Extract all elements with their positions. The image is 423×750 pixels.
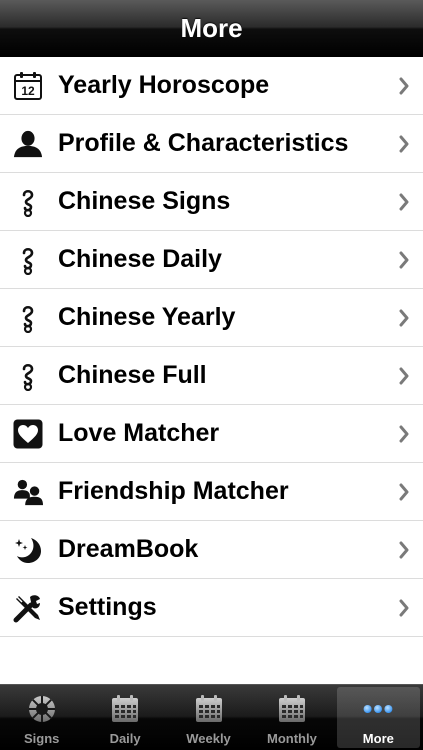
zodiac-wheel-icon [26, 693, 58, 725]
tab-more[interactable]: More [336, 687, 421, 748]
menu-item-love-matcher[interactable]: Love Matcher [0, 405, 423, 463]
menu-item-profile-characteristics[interactable]: Profile & Characteristics [0, 115, 423, 173]
chevron-right-icon [399, 599, 409, 616]
chevron-right-icon [399, 425, 409, 442]
chinese-symbol-icon [13, 361, 43, 391]
chinese-symbol-icon [13, 187, 43, 217]
menu-item-label: Love Matcher [58, 419, 220, 447]
tab-label: More [362, 731, 394, 746]
two-people-icon [13, 477, 43, 507]
menu-item-friendship-matcher[interactable]: Friendship Matcher [0, 463, 423, 521]
menu-item-label: Settings [58, 593, 157, 621]
chevron-right-icon [399, 367, 409, 384]
page-title: More [180, 12, 243, 43]
menu-item-chinese-full[interactable]: Chinese Full [0, 347, 423, 405]
menu-item-chinese-signs[interactable]: Chinese Signs [0, 173, 423, 231]
chinese-symbol-icon [13, 245, 43, 275]
menu-item-label: Chinese Daily [58, 245, 222, 273]
chinese-symbol-icon [13, 303, 43, 333]
menu-item-label: Profile & Characteristics [58, 129, 349, 157]
tab-label: Signs [24, 731, 60, 746]
calendar-icon [276, 693, 308, 725]
chevron-right-icon [399, 193, 409, 210]
menu-item-yearly-horoscope[interactable]: 12 Yearly Horoscope [0, 57, 423, 115]
tab-bar: Signs Daily Weekly Monthly More [0, 684, 423, 750]
menu-item-label: Chinese Yearly [58, 303, 236, 331]
calendar-icon [193, 693, 225, 725]
tab-label: Daily [109, 731, 141, 746]
chevron-right-icon [399, 309, 409, 326]
calendar-12-icon: 12 [13, 71, 43, 101]
menu-item-chinese-daily[interactable]: Chinese Daily [0, 231, 423, 289]
chevron-right-icon [399, 251, 409, 268]
heart-icon [13, 419, 43, 449]
menu-item-label: Chinese Full [58, 361, 207, 389]
menu-item-settings[interactable]: Settings [0, 579, 423, 637]
person-icon [13, 129, 43, 159]
tab-weekly[interactable]: Weekly [167, 685, 250, 750]
more-menu-list: 12 Yearly Horoscope Profile & Characteri… [0, 57, 423, 684]
tab-label: Monthly [267, 731, 317, 746]
menu-item-label: Chinese Signs [58, 187, 231, 215]
tab-monthly[interactable]: Monthly [250, 685, 333, 750]
calendar-icon-number: 12 [21, 84, 35, 98]
tab-daily[interactable]: Daily [83, 685, 166, 750]
chevron-right-icon [399, 135, 409, 152]
calendar-icon [109, 693, 141, 725]
navigation-bar: More [0, 0, 423, 57]
chevron-right-icon [399, 483, 409, 500]
menu-item-dreambook[interactable]: DreamBook [0, 521, 423, 579]
chevron-right-icon [399, 77, 409, 94]
menu-item-label: Friendship Matcher [58, 477, 289, 505]
moon-stars-icon [13, 535, 43, 565]
menu-item-chinese-yearly[interactable]: Chinese Yearly [0, 289, 423, 347]
menu-item-label: Yearly Horoscope [58, 71, 270, 99]
tab-label: Weekly [186, 731, 231, 746]
more-dots-icon [362, 693, 394, 725]
chevron-right-icon [399, 541, 409, 558]
tools-icon [13, 593, 43, 623]
menu-item-label: DreamBook [58, 535, 199, 563]
tab-signs[interactable]: Signs [0, 685, 83, 750]
